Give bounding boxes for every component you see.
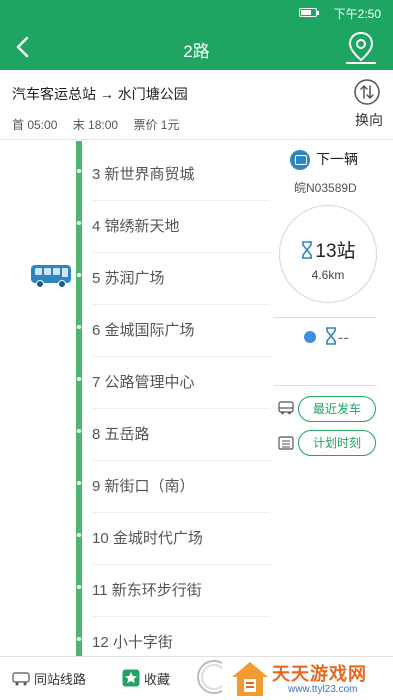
stop-label: 11 新东环步行街 [92, 582, 202, 599]
status-time: 下午2:50 [333, 7, 381, 21]
map-pin-icon[interactable] [343, 29, 379, 67]
stop-label: 10 金城时代广场 [92, 530, 203, 547]
same-station-lines-button[interactable]: 同站线路 [12, 669, 86, 688]
second-bus-eta: -- [304, 327, 349, 348]
eta-circle[interactable]: 13站 4.6km [279, 205, 377, 303]
bus-icon [31, 265, 71, 288]
stop-item[interactable]: 7 公路管理中心 [0, 357, 270, 409]
swap-direction-button[interactable]: 换向 [355, 110, 383, 130]
stations-away: 13站 [280, 236, 376, 263]
stop-item[interactable]: 12 小十字街 [0, 617, 270, 656]
arrival-panel: 下一辆 皖N03589D 13站 4.6km -- 最近发车 计划时刻 [270, 141, 393, 656]
hourglass-icon [302, 241, 313, 259]
house-logo-icon [232, 662, 268, 696]
divider [274, 385, 376, 386]
schedule-button[interactable]: 计划时刻 [298, 430, 376, 456]
status-bar: 下午2:50 [0, 0, 393, 25]
stop-item[interactable]: 11 新东环步行街 [0, 565, 270, 617]
favorite-button[interactable]: 收藏 [122, 669, 170, 688]
stop-dot [77, 533, 81, 537]
fare: 票价 1元 [133, 118, 180, 132]
route-header: 汽车客运总站 → 水门塘公园 首 05:00 末 18:00 票价 1元 换向 [0, 70, 393, 140]
second-bus-value: -- [337, 328, 350, 347]
distance: 4.6km [311, 268, 345, 282]
watermark-title: 天天游戏网 [272, 664, 367, 684]
stop-dot [77, 273, 81, 277]
hourglass-icon [325, 327, 336, 345]
stop-item[interactable]: 4 锦绣新天地 [0, 201, 270, 253]
bus-badge-icon [290, 150, 310, 171]
stations-count: 13站 [315, 241, 356, 262]
favorite-label: 收藏 [144, 672, 171, 687]
first-bus-time: 首 05:00 [12, 118, 58, 132]
schedule-list-icon [278, 436, 294, 450]
swap-direction-icon[interactable] [353, 78, 381, 106]
stop-item[interactable]: 9 新街口（南） [0, 461, 270, 513]
stop-label: 12 小十字街 [92, 634, 173, 651]
stop-label: 9 新街口（南） [92, 478, 195, 495]
bus-outline-icon [278, 401, 294, 415]
plate-number: 皖N03589D [294, 181, 357, 195]
stop-item[interactable]: 8 五岳路 [0, 409, 270, 461]
stop-dot [77, 169, 81, 173]
route-line-area: 3 新世界商贸城 4 锦绣新天地 5 苏润广场 6 金城国际广场 7 公路管理中心 8 五… [0, 141, 393, 656]
stop-dot [77, 325, 81, 329]
bottom-bar: 同站线路 收藏 天天游戏网 www.ttyl23.com [0, 656, 393, 700]
refresh-icon[interactable] [194, 657, 222, 697]
stop-dot [77, 377, 81, 381]
stop-dot [77, 585, 81, 589]
stop-item[interactable]: 3 新世界商贸城 [0, 149, 270, 201]
stop-dot [77, 481, 81, 485]
route-name: 汽车客运总站 → 水门塘公园 [12, 86, 188, 102]
blue-dot-icon [304, 331, 316, 343]
stop-label: 7 公路管理中心 [92, 374, 195, 391]
last-bus-time: 末 18:00 [72, 118, 119, 132]
route-meta: 首 05:00 末 18:00 票价 1元 [12, 116, 191, 133]
stop-dot [77, 221, 81, 225]
bus-stop-icon [12, 672, 30, 686]
battery-icon [299, 8, 319, 17]
stop-label: 8 五岳路 [92, 426, 150, 443]
stop-label: 3 新世界商贸城 [92, 166, 195, 183]
watermark-logo: 天天游戏网 www.ttyl23.com [228, 657, 393, 700]
page-title: 2路 [183, 42, 210, 61]
stop-label: 4 锦绣新天地 [92, 218, 180, 235]
stop-label: 5 苏润广场 [92, 270, 165, 287]
nav-bar: 2路 [0, 25, 393, 70]
stop-label: 6 金城国际广场 [92, 322, 195, 339]
divider [274, 317, 376, 318]
stop-item[interactable]: 6 金城国际广场 [0, 305, 270, 357]
stop-dot [77, 429, 81, 433]
recent-departure-button[interactable]: 最近发车 [298, 396, 376, 422]
next-bus-label: 下一辆 [316, 151, 358, 167]
stop-item[interactable]: 10 金城时代广场 [0, 513, 270, 565]
stop-dot [77, 637, 81, 641]
star-icon [122, 669, 140, 687]
next-bus-title: 下一辆 [290, 149, 358, 171]
watermark-url: www.ttyl23.com [288, 684, 358, 695]
same-station-label: 同站线路 [34, 672, 87, 687]
